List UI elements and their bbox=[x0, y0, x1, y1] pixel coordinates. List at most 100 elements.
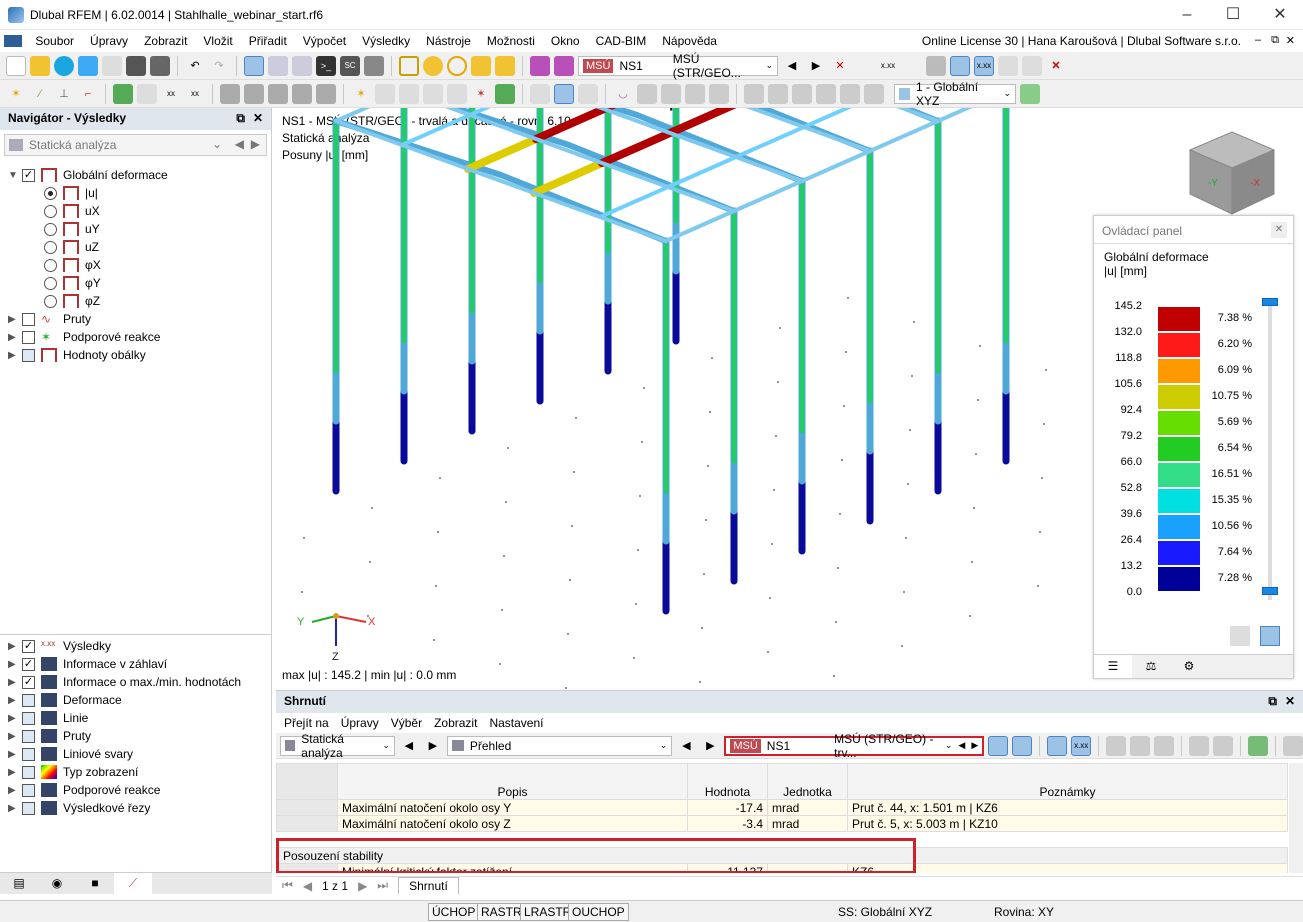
checkbox-partial[interactable] bbox=[22, 348, 35, 362]
display-icon[interactable] bbox=[950, 55, 970, 76]
radio[interactable] bbox=[44, 204, 57, 218]
display-header-info[interactable]: ▶ ✓ Informace v záhlaví bbox=[0, 655, 272, 673]
expand-icon[interactable]: ▶ bbox=[8, 641, 18, 652]
checkbox[interactable] bbox=[22, 330, 35, 344]
menu-priradit[interactable]: Přiřadit bbox=[241, 31, 295, 51]
summary-menu-view[interactable]: Zobrazit bbox=[428, 713, 483, 733]
join-icon[interactable] bbox=[864, 83, 884, 104]
next-arrow-icon[interactable]: ▶ bbox=[806, 56, 826, 76]
tab-data-icon[interactable]: ▤ bbox=[0, 873, 38, 894]
next-arrow-icon[interactable]: ▶ bbox=[423, 736, 443, 756]
summary-combination-select[interactable]: MSÚ NS1 MSÚ (STR/GEO) - trv... ⌄ ◀ ▶ bbox=[724, 732, 985, 760]
legend-slider-track[interactable] bbox=[1268, 300, 1272, 600]
legend-slider-max-handle[interactable] bbox=[1262, 298, 1278, 306]
curve-icon[interactable]: ◡ bbox=[613, 84, 633, 104]
tree-option-uy[interactable]: uY bbox=[0, 220, 271, 238]
new-file-icon[interactable] bbox=[6, 55, 26, 76]
snap-icon[interactable]: ✶ bbox=[351, 84, 371, 104]
prev-arrow-icon[interactable]: ◀ bbox=[782, 56, 802, 76]
doc-close-button[interactable]: ✕ bbox=[1286, 34, 1295, 47]
load-combination-select[interactable]: MSÚ NS1 MSÚ (STR/GEO... ⌄ bbox=[578, 52, 778, 80]
tree-global-deformation[interactable]: ▼ ✓ Globální deformace bbox=[0, 166, 271, 184]
display-results[interactable]: ▶ ✓ x.xx Výsledky bbox=[0, 637, 272, 655]
col-value[interactable]: Hodnota bbox=[687, 763, 768, 800]
object-snap-button[interactable]: OUCHOP bbox=[568, 903, 629, 921]
sort-icon[interactable] bbox=[1189, 735, 1210, 756]
analysis-select[interactable]: Statická analýza ⌄ ◀ ▶ bbox=[4, 134, 267, 156]
tab-legend-icon[interactable]: ☰ bbox=[1094, 655, 1132, 678]
tree-option-phix[interactable]: φX bbox=[0, 256, 271, 274]
last-page-icon[interactable]: ⏭ bbox=[377, 878, 388, 893]
distribute-icon[interactable] bbox=[768, 83, 788, 104]
frame-icon[interactable] bbox=[423, 83, 443, 104]
cloud-icon[interactable] bbox=[54, 55, 74, 76]
menu-napoveda[interactable]: Nápověda bbox=[654, 31, 725, 51]
tab-balance-icon[interactable]: ⚖ bbox=[1132, 655, 1170, 678]
prev-arrow-icon[interactable]: ◀ bbox=[399, 736, 419, 756]
restore-icon[interactable]: ⧉ bbox=[1268, 694, 1277, 709]
chart-icon[interactable] bbox=[1213, 735, 1234, 756]
prev-arrow-icon[interactable]: ◀ bbox=[676, 736, 696, 756]
open-folder-icon[interactable] bbox=[30, 55, 50, 76]
snap-button[interactable]: ÚCHOP bbox=[428, 903, 480, 921]
tree-option-phiy[interactable]: φY bbox=[0, 274, 271, 292]
table-icon[interactable] bbox=[268, 55, 288, 76]
chevron-down-icon[interactable]: ⌄ bbox=[660, 740, 668, 751]
trim-icon[interactable] bbox=[840, 83, 860, 104]
radio[interactable] bbox=[44, 276, 57, 290]
menu-cad-bim[interactable]: CAD-BIM bbox=[588, 31, 655, 51]
display-members[interactable]: ▶ Pruty bbox=[0, 727, 272, 745]
table-scrollbar[interactable] bbox=[1289, 763, 1303, 873]
close-icon[interactable]: ✕ bbox=[1271, 222, 1287, 238]
shape-icon[interactable] bbox=[471, 55, 491, 76]
console-icon[interactable]: >_ bbox=[316, 55, 336, 76]
filter-funnel-icon[interactable] bbox=[1283, 735, 1303, 756]
excel-icon[interactable] bbox=[1248, 735, 1269, 756]
draw-icon[interactable] bbox=[709, 83, 729, 104]
checkbox-partial[interactable] bbox=[22, 693, 35, 707]
summary-menu-select[interactable]: Výběr bbox=[385, 713, 428, 733]
tab-filter-icon[interactable]: ⚙ bbox=[1170, 655, 1208, 678]
display-welds[interactable]: ▶ Liniové svary bbox=[0, 745, 272, 763]
support-icon[interactable]: ⌐ bbox=[78, 84, 98, 104]
next-arrow-icon[interactable]: ▶ bbox=[700, 736, 720, 756]
labels-icon[interactable]: x.xx bbox=[974, 55, 994, 76]
line-icon[interactable]: ∕ bbox=[30, 84, 50, 104]
doc-minimize-button[interactable]: – bbox=[1255, 34, 1261, 46]
undo-icon[interactable]: ↶ bbox=[185, 56, 205, 76]
print-icon[interactable] bbox=[150, 55, 170, 76]
menu-vlozit[interactable]: Vložit bbox=[195, 31, 240, 51]
display-type[interactable]: ▶ Typ zobrazení bbox=[0, 763, 272, 781]
columns-icon[interactable] bbox=[1106, 735, 1127, 756]
portal-icon[interactable] bbox=[447, 83, 467, 104]
script-icon[interactable]: SC bbox=[340, 55, 360, 76]
divide-icon[interactable] bbox=[792, 83, 812, 104]
extend-icon[interactable] bbox=[816, 83, 836, 104]
tree-option-uz[interactable]: uZ bbox=[0, 238, 271, 256]
solid-icon[interactable] bbox=[661, 83, 681, 104]
summary-menu-settings[interactable]: Nastavení bbox=[483, 713, 549, 733]
note-icon[interactable] bbox=[495, 55, 515, 76]
checkbox-partial[interactable] bbox=[22, 747, 35, 761]
select-in-model-icon[interactable] bbox=[1012, 735, 1033, 756]
deformation-icon[interactable] bbox=[854, 56, 874, 76]
settings-icon[interactable] bbox=[1230, 626, 1250, 646]
save-icon[interactable] bbox=[126, 55, 146, 76]
load-icon[interactable] bbox=[113, 83, 133, 104]
checkbox-partial[interactable] bbox=[22, 711, 35, 725]
radio[interactable] bbox=[44, 294, 57, 308]
check-icon[interactable] bbox=[423, 55, 443, 76]
data-panel-icon[interactable] bbox=[244, 55, 264, 76]
checkbox-checked[interactable]: ✓ bbox=[22, 657, 35, 671]
filter-funnel-icon[interactable] bbox=[530, 83, 550, 104]
tree-members[interactable]: ▶ ∿ Pruty bbox=[0, 310, 271, 328]
member-icon[interactable]: ⊥ bbox=[54, 84, 74, 104]
xx-icon[interactable]: xx bbox=[161, 84, 181, 104]
expand-icon[interactable]: ▶ bbox=[8, 803, 18, 814]
close-button[interactable]: ✕ bbox=[1257, 0, 1303, 30]
radio[interactable] bbox=[44, 240, 57, 254]
chevron-down-icon[interactable]: ⌄ bbox=[382, 740, 390, 751]
sync-icon[interactable] bbox=[988, 735, 1009, 756]
legend-icon[interactable] bbox=[926, 55, 946, 76]
display-support-reactions[interactable]: ▶ Podporové reakce bbox=[0, 781, 272, 799]
